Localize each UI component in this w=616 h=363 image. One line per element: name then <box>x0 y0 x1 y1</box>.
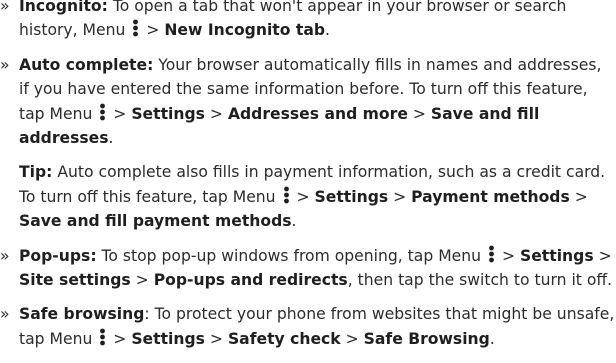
bullet-pop-ups: » Pop-ups: To stop pop-up windows from o… <box>0 244 616 293</box>
path-separator: > <box>146 21 160 40</box>
path-separator: > <box>345 329 359 348</box>
path-separator: > <box>209 104 223 123</box>
path-separator: > <box>113 104 127 123</box>
path-separator: > <box>412 104 426 123</box>
tip-path-3: Save and fill payment methods <box>19 212 292 231</box>
popups-text-2: , then tap the switch to turn it off. <box>347 271 613 290</box>
safe-path-2: Safety check <box>227 329 341 348</box>
bullet-auto-complete: » Auto complete: Your browser automatica… <box>0 53 616 151</box>
incognito-title: Incognito: <box>19 0 108 15</box>
path-separator: > <box>296 187 310 206</box>
manual-page: » Incognito: To open a tab that won't ap… <box>0 0 616 361</box>
bullet-marker: » <box>0 55 10 74</box>
bullet-safe-browsing: » Safe browsing: To protect your phone f… <box>0 302 616 351</box>
autocomplete-title: Auto complete: <box>19 55 154 74</box>
path-separator: > <box>135 271 149 290</box>
path-separator: > <box>598 246 612 265</box>
autocomplete-path-1: Settings <box>131 104 205 123</box>
tip-path-1: Settings <box>314 187 389 206</box>
popups-text: To stop pop-up windows from opening, tap… <box>101 246 482 265</box>
autocomplete-end: . <box>108 129 114 148</box>
tip-end: . <box>291 212 297 231</box>
more-vertical-icon <box>133 20 139 37</box>
more-vertical-icon <box>283 186 289 204</box>
more-vertical-icon <box>489 245 494 263</box>
bullet-marker: » <box>0 0 10 15</box>
more-vertical-icon <box>100 103 106 121</box>
path-separator: > <box>113 329 127 348</box>
safe-path-3: Safe Browsing <box>363 329 490 348</box>
bullet-marker: » <box>0 246 10 265</box>
tip-paragraph: Tip: Auto complete also fills in payment… <box>0 160 616 233</box>
safe-end: . <box>489 329 495 348</box>
safe-path-1: Settings <box>131 329 205 348</box>
more-vertical-icon <box>100 328 106 346</box>
path-separator: > <box>209 329 223 348</box>
popups-path-1: Settings <box>520 246 594 265</box>
path-separator: > <box>501 246 516 265</box>
safe-title: Safe browsing <box>19 305 145 324</box>
incognito-end: . <box>325 21 330 40</box>
path-separator: > <box>393 187 407 206</box>
tip-title: Tip: <box>19 163 53 182</box>
popups-path-2: Site settings <box>19 271 131 290</box>
tip-path-2: Payment methods <box>411 187 570 206</box>
bullet-incognito: » Incognito: To open a tab that won't ap… <box>0 0 616 43</box>
path-separator: > <box>574 187 588 206</box>
autocomplete-path-2: Addresses and more <box>227 104 408 123</box>
incognito-path-1: New Incognito tab <box>164 21 326 40</box>
popups-title: Pop-ups: <box>19 246 97 265</box>
bullet-marker: » <box>0 305 10 324</box>
popups-path-3: Pop-ups and redirects <box>153 271 348 290</box>
